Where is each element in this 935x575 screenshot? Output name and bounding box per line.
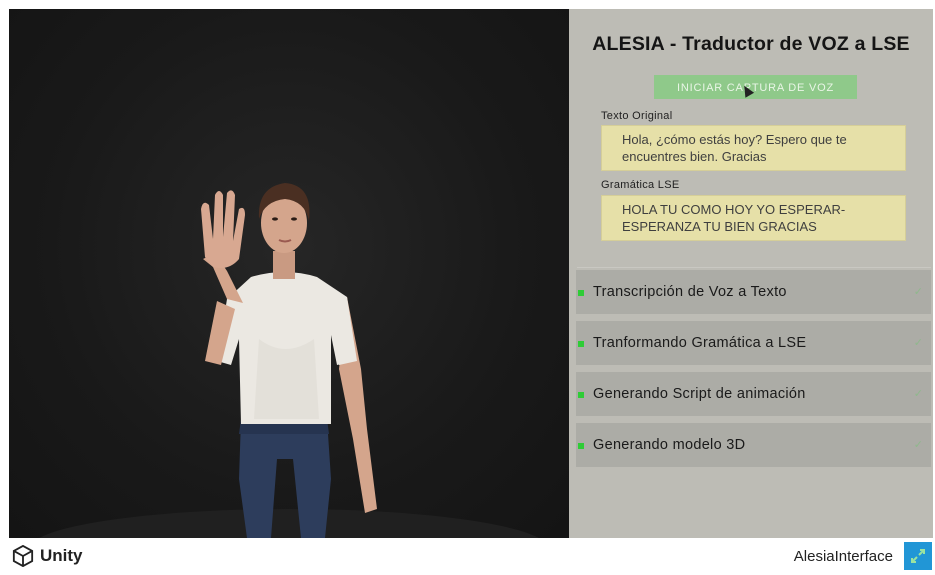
step-voice-transcription[interactable]: Transcripción de Voz a Texto ✓ [576, 270, 931, 314]
step-label: Transcripción de Voz a Texto [593, 284, 787, 300]
status-dot-icon [578, 392, 584, 398]
expand-icon [911, 549, 925, 563]
status-dot-icon [578, 341, 584, 347]
status-dot-icon [578, 290, 584, 296]
app-name: AlesiaInterface [793, 548, 893, 565]
avatar-3d [39, 183, 539, 538]
translator-panel: ALESIA - Traductor de VOZ a LSE Iniciar … [569, 9, 933, 538]
lse-grammar-label: Gramática LSE [601, 179, 680, 191]
start-voice-capture-label: Iniciar Captura de Voz [677, 82, 834, 94]
step-grammar-transform[interactable]: Tranformando Gramática a LSE ✓ [576, 321, 931, 365]
original-text-label: Texto Original [601, 110, 673, 122]
unity-footer: Unity AlesiaInterface [0, 538, 935, 574]
status-dot-icon [578, 443, 584, 449]
step-label: Generando Script de animación [593, 386, 806, 402]
step-label: Tranformando Gramática a LSE [593, 335, 807, 351]
unity-brand: Unity [40, 546, 83, 565]
3d-viewport [9, 9, 569, 538]
start-voice-capture-button[interactable]: Iniciar Captura de Voz [654, 75, 857, 99]
panel-divider [577, 267, 931, 268]
checkmark-icon: ✓ [913, 337, 923, 349]
step-3d-model[interactable]: Generando modelo 3D ✓ [576, 423, 931, 467]
original-text-field[interactable]: Hola, ¿cómo estás hoy? Espero que te enc… [601, 125, 906, 171]
checkmark-icon: ✓ [913, 388, 923, 400]
step-animation-script[interactable]: Generando Script de animación ✓ [576, 372, 931, 416]
checkmark-icon: ✓ [913, 286, 923, 298]
step-label: Generando modelo 3D [593, 437, 746, 453]
fullscreen-button[interactable] [904, 542, 932, 570]
lse-grammar-field[interactable]: HOLA TU COMO HOY YO ESPERAR-ESPERANZA TU… [601, 195, 906, 241]
checkmark-icon: ✓ [913, 439, 923, 451]
panel-title: ALESIA - Traductor de VOZ a LSE [592, 33, 910, 55]
unity-logo-icon [12, 545, 34, 567]
